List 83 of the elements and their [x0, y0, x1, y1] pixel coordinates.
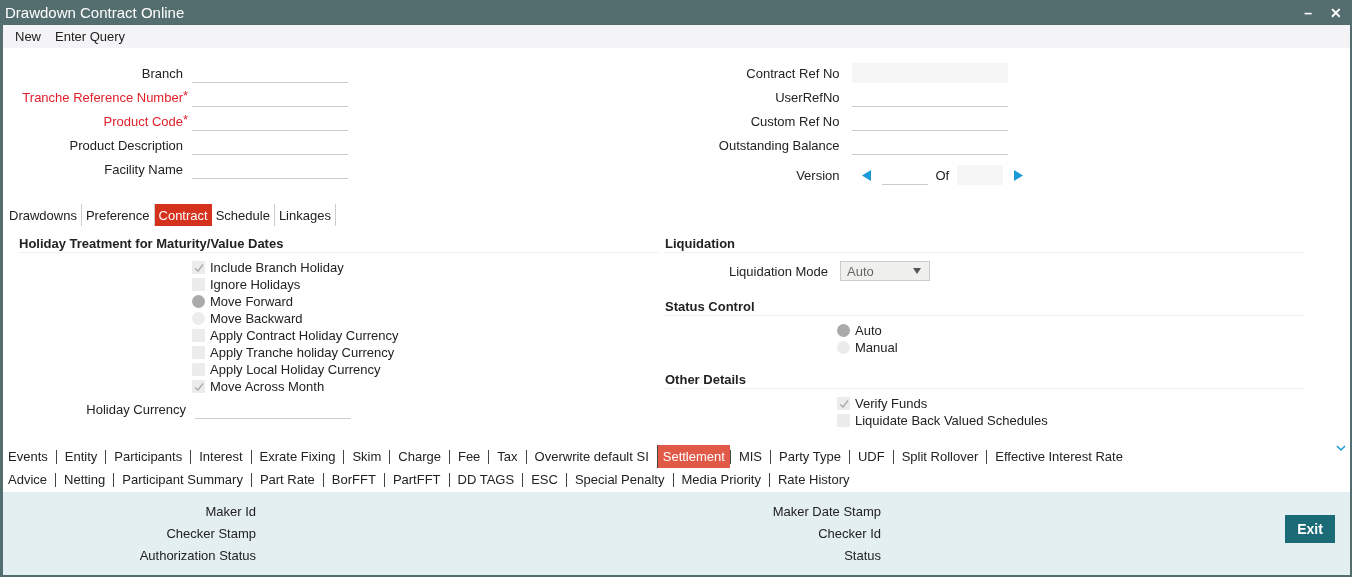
tab[interactable]: Drawdowns	[5, 204, 82, 226]
tab[interactable]: Preference	[81, 204, 155, 226]
field-label: Liquidation Mode	[727, 263, 828, 279]
field-label: Custom Ref No	[749, 113, 840, 129]
subscreen-link[interactable]: Fee	[448, 449, 489, 464]
dropdown-caret-icon	[913, 268, 921, 274]
field-label: Of	[935, 167, 950, 183]
subscreen-link[interactable]: Overwrite default SI	[525, 449, 657, 464]
field-label: Product Code	[102, 113, 183, 129]
checkbox[interactable]	[837, 397, 850, 410]
subscreen-link[interactable]: Rate History	[768, 473, 858, 487]
tab[interactable]: Schedule	[211, 204, 275, 226]
field-label: Facility Name	[103, 161, 183, 177]
subscreen-link[interactable]: PartFFT	[383, 473, 449, 487]
expand-icon[interactable]	[1336, 445, 1346, 452]
option-label: Apply Contract Holiday Currency	[210, 328, 399, 343]
subscreen-link[interactable]: Split Rollover	[892, 449, 987, 464]
section-title: Liquidation	[665, 236, 736, 252]
field-label: Version	[795, 167, 840, 183]
subscreen-link[interactable]: Tax	[488, 449, 526, 464]
option-label: Auto	[855, 323, 882, 338]
audit-label: Maker Id	[205, 503, 256, 520]
menu-item[interactable]: New	[9, 29, 47, 44]
field-label: UserRefNo	[774, 89, 840, 105]
audit-label: Checker Id	[818, 525, 881, 542]
subscreen-link[interactable]: MIS	[729, 449, 771, 464]
tab[interactable]: Linkages	[274, 204, 336, 226]
option-label: Apply Local Holiday Currency	[210, 362, 381, 377]
option-label: Ignore Holidays	[210, 277, 301, 292]
subscreen-link[interactable]: DD TAGS	[448, 473, 523, 487]
field-label: Contract Ref No	[745, 65, 840, 81]
minimize-button[interactable]: –	[1300, 4, 1316, 21]
audit-label: Status	[844, 547, 881, 564]
exit-button[interactable]: Exit	[1285, 515, 1335, 543]
option-label: Move Backward	[210, 311, 303, 326]
subscreen-link[interactable]: UDF	[848, 449, 893, 464]
audit-label: Authorization Status	[139, 547, 256, 564]
menu-item[interactable]: Enter Query	[49, 29, 132, 44]
subscreen-link[interactable]: Participant Summary	[113, 473, 251, 487]
subscreen-link[interactable]: Advice	[7, 473, 56, 487]
subscreen-link[interactable]: ESC	[522, 473, 566, 487]
option-label: Apply Tranche holiday Currency	[210, 345, 395, 360]
subscreen-link[interactable]: Part Rate	[250, 473, 323, 487]
subscreen-link[interactable]: Party Type	[770, 449, 849, 464]
field-label: Holiday Currency	[85, 401, 186, 417]
audit-label: Maker Date Stamp	[772, 503, 881, 520]
subscreen-link[interactable]: Settlement	[656, 445, 730, 468]
option-label: Include Branch Holiday	[210, 260, 344, 275]
option-label: Move Forward	[210, 294, 294, 309]
subscreen-link[interactable]: Effective Interest Rate	[986, 449, 1131, 464]
field-label: Tranche Reference Number	[21, 89, 183, 105]
option-label: Manual	[855, 340, 898, 355]
option-label: Move Across Month	[210, 379, 325, 394]
section-title: Holiday Treatment for Maturity/Value Dates	[19, 236, 284, 252]
tab[interactable]: Contract	[154, 204, 212, 226]
checkbox[interactable]	[192, 261, 205, 274]
subscreen-link[interactable]: Media Priority	[672, 473, 769, 487]
previous-arrow-icon[interactable]	[861, 169, 872, 181]
subscreen-link[interactable]: Interest	[190, 449, 251, 464]
audit-label: Checker Stamp	[166, 525, 256, 542]
option-label: Verify Funds	[855, 396, 928, 411]
subscreen-link[interactable]: Entity	[55, 449, 106, 464]
required-mark: *	[183, 88, 190, 103]
field-label: Branch	[140, 65, 183, 81]
radio-button[interactable]	[837, 324, 850, 337]
next-arrow-icon[interactable]	[1013, 169, 1024, 181]
subscreen-link[interactable]: Netting	[55, 473, 114, 487]
subscreen-link[interactable]: BorFFT	[322, 473, 384, 487]
checkbox[interactable]	[192, 380, 205, 393]
subscreen-link[interactable]: Participants	[105, 449, 191, 464]
liquidation-mode-dropdown[interactable]: Auto	[840, 261, 930, 281]
radio-button[interactable]	[192, 295, 205, 308]
close-button[interactable]: ✕	[1326, 4, 1346, 21]
field-label: Product Description	[68, 137, 183, 153]
subscreen-link[interactable]: Exrate Fixing	[250, 449, 344, 464]
required-mark: *	[183, 112, 190, 127]
field-label: Outstanding Balance	[717, 137, 840, 153]
subscreen-link[interactable]: Special Penalty	[565, 473, 673, 487]
subscreen-link[interactable]: Charge	[389, 449, 449, 464]
window-title: Drawdown Contract Online	[5, 4, 185, 21]
option-label: Liquidate Back Valued Schedules	[855, 413, 1048, 428]
subscreen-link[interactable]: Events	[7, 449, 56, 464]
subscreen-link[interactable]: Skim	[343, 449, 390, 464]
